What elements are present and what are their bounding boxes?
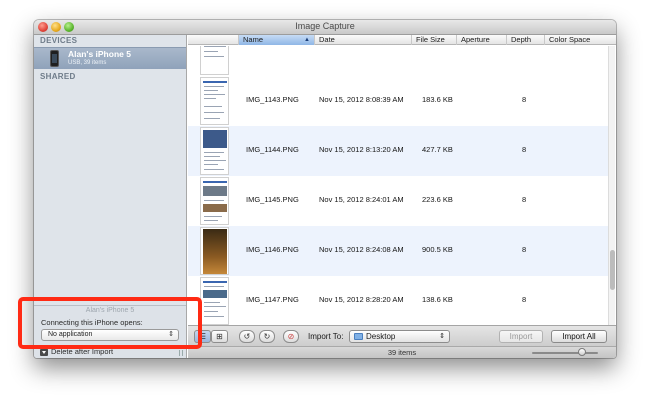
table-header: Name ▲ Date File Size Aperture Depth Col…: [188, 35, 616, 45]
file-name: IMG_1146.PNG: [246, 245, 299, 254]
file-depth: 8: [522, 195, 527, 204]
file-date: Nov 15, 2012 8:24:01 AM: [319, 195, 404, 204]
column-thumbnail: [188, 35, 238, 45]
import-button[interactable]: Import: [499, 330, 543, 343]
main-content: Name ▲ Date File Size Aperture Depth Col…: [188, 35, 616, 358]
status-bar: 39 items: [188, 346, 616, 358]
rotate-left-button[interactable]: ↺: [239, 330, 255, 343]
rotate-left-icon: ↺: [243, 332, 251, 341]
grid-view-icon: ⊞: [216, 332, 223, 341]
file-size: 183.6 KB: [422, 95, 453, 104]
file-date: Nov 15, 2012 8:24:08 AM: [319, 245, 404, 254]
import-to-label: Import To:: [308, 332, 344, 341]
column-header-color-space[interactable]: Color Space: [544, 35, 616, 45]
column-header-depth[interactable]: Depth: [506, 35, 544, 45]
select-arrows-icon: ⇕: [439, 333, 445, 340]
file-depth: 8: [522, 295, 527, 304]
import-destination-value: Desktop: [366, 332, 396, 341]
table-row[interactable]: IMG_1145.PNG Nov 15, 2012 8:24:01 AM 223…: [188, 176, 608, 226]
file-name: IMG_1147.PNG: [246, 295, 299, 304]
rotate-right-button[interactable]: ↻: [259, 330, 275, 343]
file-date: Nov 15, 2012 8:08:39 AM: [319, 95, 404, 104]
table-row[interactable]: IMG_1143.PNG Nov 15, 2012 8:08:39 AM 183…: [188, 76, 608, 126]
folder-icon: [354, 333, 363, 340]
window-title: Image Capture: [295, 21, 355, 31]
image-thumbnail: [200, 277, 229, 325]
file-date: Nov 15, 2012 8:13:20 AM: [319, 145, 404, 154]
image-thumbnail: [200, 227, 229, 275]
column-header-date[interactable]: Date: [314, 35, 411, 45]
file-depth: 8: [522, 95, 527, 104]
file-size: 427.7 KB: [422, 145, 453, 154]
shared-header: SHARED: [40, 72, 76, 81]
column-header-aperture[interactable]: Aperture: [456, 35, 506, 45]
delete-button[interactable]: ⊘: [283, 330, 299, 343]
image-thumbnail: [200, 177, 229, 225]
import-all-button[interactable]: Import All: [551, 330, 607, 343]
file-size: 223.6 KB: [422, 195, 453, 204]
table-row[interactable]: [188, 46, 608, 76]
file-name: IMG_1143.PNG: [246, 95, 299, 104]
image-thumbnail: [200, 46, 229, 75]
device-name: Alan's iPhone 5: [68, 49, 131, 59]
column-header-name-label: Name: [243, 35, 264, 44]
scrollbar-thumb[interactable]: [610, 250, 615, 290]
file-name: IMG_1145.PNG: [246, 195, 299, 204]
file-date: Nov 15, 2012 8:28:20 AM: [319, 295, 404, 304]
image-thumbnail: [200, 77, 229, 125]
iphone-icon: [50, 50, 59, 67]
table-row[interactable]: IMG_1146.PNG Nov 15, 2012 8:24:08 AM 900…: [188, 226, 608, 276]
column-header-name[interactable]: Name ▲: [238, 35, 314, 45]
file-size: 900.5 KB: [422, 245, 453, 254]
delete-icon: ⊘: [287, 332, 295, 341]
file-depth: 8: [522, 145, 527, 154]
file-size: 138.6 KB: [422, 295, 453, 304]
toggle-device-panel-button[interactable]: [40, 349, 48, 356]
table-row[interactable]: IMG_1147.PNG Nov 15, 2012 8:28:20 AM 138…: [188, 276, 608, 325]
highlight-annotation: [18, 297, 202, 349]
table-row[interactable]: IMG_1144.PNG Nov 15, 2012 8:13:20 AM 427…: [188, 126, 608, 176]
file-depth: 8: [522, 245, 527, 254]
sort-ascending-icon: ▲: [304, 37, 310, 43]
sidebar-item-device[interactable]: Alan's iPhone 5 USB, 39 items: [34, 47, 186, 69]
device-subtitle: USB, 39 items: [68, 60, 107, 66]
column-header-file-size[interactable]: File Size: [411, 35, 456, 45]
file-name: IMG_1144.PNG: [246, 145, 299, 154]
vertical-scrollbar[interactable]: [608, 46, 615, 325]
image-thumbnail: [200, 127, 229, 175]
icon-view-button[interactable]: ⊞: [211, 330, 228, 343]
title-bar[interactable]: Image Capture: [34, 20, 616, 35]
image-list: IMG_1143.PNG Nov 15, 2012 8:08:39 AM 183…: [188, 46, 608, 325]
thumbnail-size-slider[interactable]: [532, 348, 598, 356]
import-destination-select[interactable]: Desktop ⇕: [349, 330, 450, 343]
devices-header: DEVICES: [40, 36, 78, 45]
bottom-toolbar: ☰ ⊞ ↺ ↻ ⊘ Import To: Desktop ⇕ Import Im…: [188, 325, 616, 346]
sidebar-resize-handle[interactable]: [179, 350, 183, 356]
rotate-right-icon: ↻: [263, 332, 271, 341]
